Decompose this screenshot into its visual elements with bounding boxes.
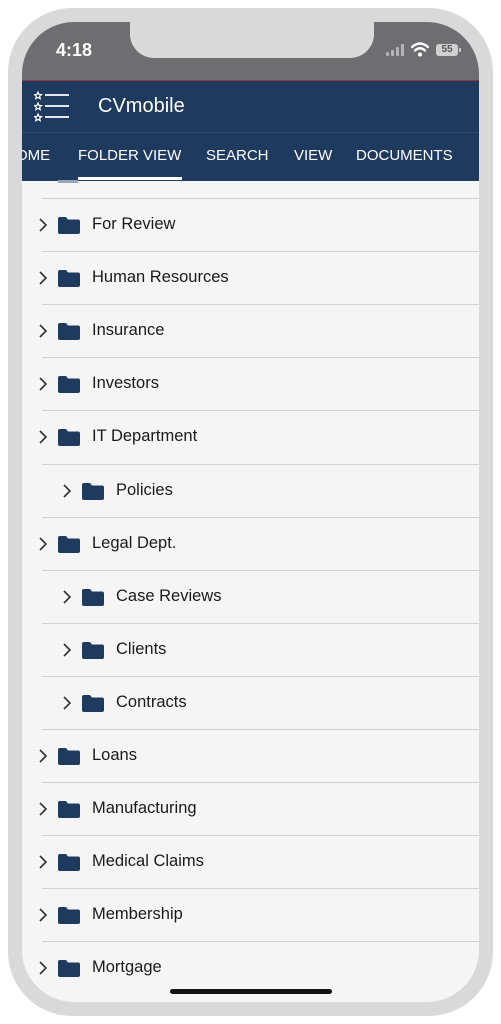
folder-icon bbox=[58, 854, 80, 872]
home-indicator[interactable] bbox=[170, 989, 332, 994]
folder-icon bbox=[58, 907, 80, 925]
chevron-right-icon[interactable] bbox=[62, 696, 72, 710]
signal-bars-icon bbox=[386, 44, 404, 56]
folder-row[interactable]: Contracts bbox=[42, 675, 479, 730]
folder-icon bbox=[58, 960, 80, 978]
folder-label: Insurance bbox=[92, 321, 165, 340]
folder-row[interactable]: IT Department bbox=[39, 410, 479, 464]
folder-label: Mortgage bbox=[92, 958, 162, 977]
folder-icon bbox=[82, 641, 104, 659]
folder-row[interactable]: Manufacturing bbox=[39, 782, 479, 836]
folder-label: Membership bbox=[92, 905, 183, 924]
status-bar: 4:18 55 bbox=[22, 22, 479, 80]
folder-label: Loans bbox=[92, 746, 137, 764]
folder-row[interactable]: Legal Dept. bbox=[39, 516, 479, 571]
folder-icon bbox=[82, 694, 104, 712]
screen: 4:18 55 CVmobile ME FOLDER VIEW SEARCH V… bbox=[22, 22, 479, 1002]
chevron-right-icon[interactable] bbox=[38, 749, 48, 763]
chevron-right-icon[interactable] bbox=[38, 271, 48, 285]
folder-row[interactable]: Loans bbox=[39, 729, 479, 783]
folder-row[interactable]: Membership bbox=[39, 888, 479, 942]
app-title: CVmobile bbox=[98, 95, 185, 117]
list-menu-icon[interactable] bbox=[34, 91, 70, 123]
chevron-right-icon[interactable] bbox=[62, 483, 72, 498]
app-bar: CVmobile bbox=[22, 80, 479, 133]
notch bbox=[130, 22, 374, 58]
partial-folder-icon bbox=[58, 180, 78, 183]
chevron-right-icon[interactable] bbox=[38, 961, 48, 975]
folder-list: For Review Human Resources Insurance Invest… bbox=[22, 180, 479, 1002]
folder-icon bbox=[58, 323, 80, 341]
folder-label: Contracts bbox=[116, 692, 187, 711]
folder-icon bbox=[58, 748, 80, 765]
status-time: 4:18 bbox=[56, 40, 93, 60]
folder-icon bbox=[58, 217, 80, 234]
folder-icon bbox=[58, 429, 80, 447]
folder-icon bbox=[58, 376, 80, 394]
chevron-right-icon[interactable] bbox=[38, 377, 48, 391]
tab-folder-view[interactable]: FOLDER VIEW bbox=[78, 147, 181, 164]
folder-label: Human Resources bbox=[92, 268, 229, 287]
folder-row[interactable]: Insurance bbox=[39, 304, 479, 358]
wifi-icon bbox=[411, 42, 429, 57]
chevron-right-icon[interactable] bbox=[62, 590, 72, 604]
tab-search[interactable]: SEARCH bbox=[206, 147, 269, 164]
folder-label: Policies bbox=[116, 480, 173, 499]
folder-icon bbox=[58, 535, 80, 553]
tab-bar: OME FOLDER VIEW SEARCH VIEW DOCUMENTS bbox=[22, 132, 479, 181]
folder-label: Legal Dept. bbox=[92, 533, 177, 552]
folder-icon bbox=[82, 482, 104, 500]
folder-label: Investors bbox=[92, 374, 159, 393]
folder-row[interactable]: Case Reviews bbox=[42, 569, 479, 624]
folder-row[interactable]: Mortgage bbox=[39, 941, 479, 995]
folder-row[interactable]: Human Resources bbox=[39, 251, 479, 305]
folder-label: Medical Claims bbox=[92, 852, 204, 871]
chevron-right-icon[interactable] bbox=[38, 218, 48, 232]
folder-label: Manufacturing bbox=[92, 799, 197, 818]
tab-documents[interactable]: DOCUMENTS bbox=[356, 147, 453, 164]
folder-row[interactable]: Policies bbox=[42, 463, 479, 518]
folder-label: For Review bbox=[92, 215, 176, 233]
chevron-right-icon[interactable] bbox=[62, 643, 72, 657]
tab-home[interactable]: OME bbox=[22, 147, 50, 164]
folder-icon bbox=[58, 270, 80, 288]
folder-icon bbox=[58, 801, 80, 819]
chevron-right-icon[interactable] bbox=[38, 908, 48, 922]
folder-row[interactable]: Medical Claims bbox=[39, 835, 479, 889]
chevron-right-icon[interactable] bbox=[38, 537, 48, 551]
chevron-right-icon[interactable] bbox=[38, 324, 48, 338]
folder-label: Clients bbox=[116, 639, 167, 658]
chevron-right-icon[interactable] bbox=[38, 430, 48, 444]
folder-row[interactable]: For Review bbox=[39, 198, 479, 252]
chevron-right-icon[interactable] bbox=[38, 855, 48, 869]
chevron-right-icon[interactable] bbox=[38, 802, 48, 816]
battery-icon: 55 bbox=[436, 44, 461, 56]
folder-icon bbox=[82, 588, 104, 606]
folder-label: Case Reviews bbox=[116, 586, 222, 605]
tab-view[interactable]: VIEW bbox=[294, 147, 332, 164]
folder-row[interactable]: Clients bbox=[42, 622, 479, 677]
folder-row[interactable]: Investors bbox=[39, 357, 479, 411]
folder-label: IT Department bbox=[92, 427, 198, 446]
